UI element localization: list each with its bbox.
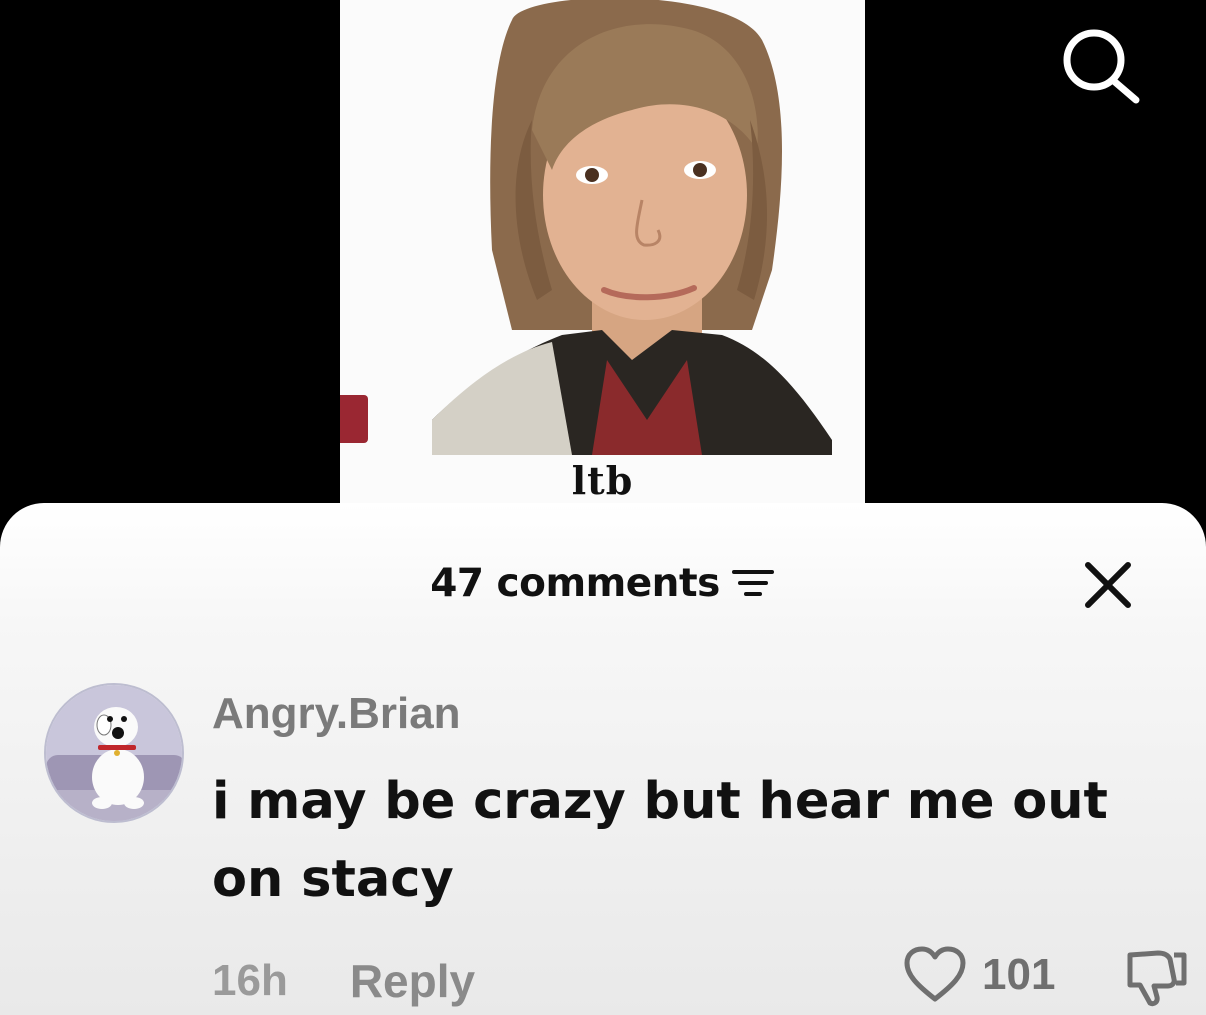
search-button[interactable] [1058,26,1144,106]
reply-button[interactable]: Reply [350,954,475,1008]
comment-meta: 16h Reply [212,951,475,1011]
thumbs-down-icon [1127,950,1187,1007]
search-icon [1063,29,1140,104]
comment-count: 47 comments [430,560,720,606]
video-player[interactable]: ltb [340,0,865,540]
close-comments-button[interactable] [1078,555,1138,615]
like-button[interactable]: 101 [902,945,1055,1005]
user-avatar[interactable] [44,683,184,823]
dislike-button[interactable] [1122,947,1190,1007]
like-count: 101 [982,950,1056,999]
video-caption: ltb [571,458,634,503]
comments-header: 47 comments [0,553,1206,613]
video-portrait-image [432,0,832,455]
comments-sheet: 47 comments Angry.Brian i may be crazy b… [0,503,1206,1015]
filter-icon [730,567,776,599]
comment-timestamp: 16h [212,956,288,1005]
heart-icon [904,946,966,1002]
comment-item: Angry.Brian i may be crazy but hear me o… [44,683,1187,1007]
cropped-image-edge [340,395,368,443]
close-icon [1085,562,1131,608]
comment-username[interactable]: Angry.Brian [212,689,461,739]
comment-text: i may be crazy but hear me out on stacy [212,772,1108,909]
app-screen: ltb 47 comments Angry.Brian i may be cra… [0,0,1206,1015]
sort-comments-button[interactable]: 47 comments [430,561,776,606]
avatar-cartoon-dog [46,685,182,821]
